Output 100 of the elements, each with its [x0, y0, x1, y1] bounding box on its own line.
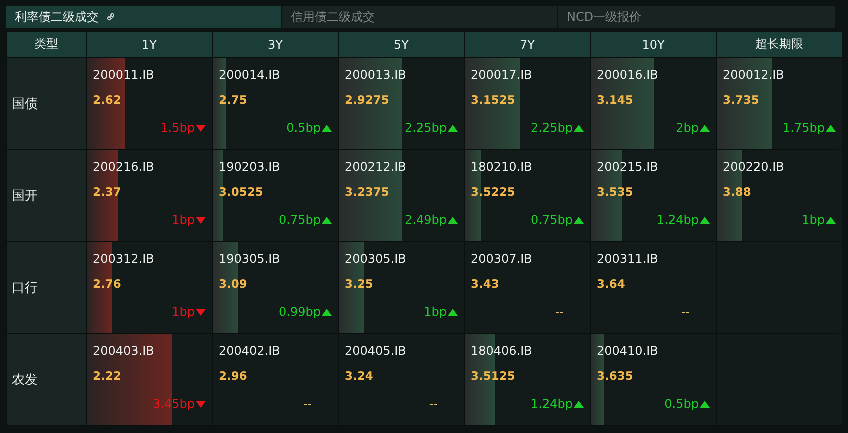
tab[interactable]: NCD一级报价	[558, 6, 836, 28]
quote-cell[interactable]: 200402.IB 2.96 --	[213, 334, 338, 425]
yield-value: 3.24	[345, 369, 374, 385]
quote-cell[interactable]: 200405.IB 3.24 --	[339, 334, 464, 425]
up-triangle-icon	[322, 124, 332, 132]
quote-cell[interactable]: 200013.IB 2.9275 2.25bp	[339, 58, 464, 149]
up-triangle-icon	[700, 400, 710, 408]
quote-cell[interactable]: 200216.IB 2.37 1bp	[87, 150, 212, 241]
bond-code: 200405.IB	[345, 344, 408, 360]
quote-cell[interactable]: 190203.IB 3.0525 0.75bp	[213, 150, 338, 241]
column-header: 类型	[7, 32, 86, 57]
quote-cell[interactable]: 200212.IB 3.2375 2.49bp	[339, 150, 464, 241]
yield-value: 2.22	[93, 369, 122, 385]
yield-value: 2.37	[93, 185, 122, 201]
bond-code: 200410.IB	[597, 344, 660, 360]
change-value: 0.5bp	[286, 121, 321, 135]
yield-value: 2.76	[93, 277, 122, 293]
quote-cell[interactable]: 200307.IB 3.43 --	[465, 242, 590, 333]
yield-value: 3.5125	[471, 369, 516, 385]
quote-cell[interactable]: 200403.IB 2.22 3.45bp	[87, 334, 212, 425]
quote-cell[interactable]: 200011.IB 2.62 1.5bp	[87, 58, 212, 149]
row-header: 农发	[7, 334, 86, 425]
yield-value: 3.635	[597, 369, 634, 385]
yield-value: 2.96	[219, 369, 248, 385]
yield-value: 3.09	[219, 277, 248, 293]
bond-code: 200220.IB	[723, 160, 786, 176]
change-value: 1bp	[802, 213, 825, 227]
bond-code: 180210.IB	[471, 160, 534, 176]
yield-value: 2.75	[219, 93, 248, 109]
change-value: 1.75bp	[783, 121, 825, 135]
change-value: 2.49bp	[405, 213, 447, 227]
quote-cell[interactable]: 200311.IB 3.64 --	[591, 242, 716, 333]
bond-code: 200013.IB	[345, 68, 408, 84]
change-value: 2bp	[676, 121, 699, 135]
quote-cell[interactable]: 200312.IB 2.76 1bp	[87, 242, 212, 333]
yield-value: 3.5225	[471, 185, 516, 201]
change-value: --	[555, 305, 565, 319]
up-triangle-icon	[700, 124, 710, 132]
quote-cell[interactable]: 200410.IB 3.635 0.5bp	[591, 334, 716, 425]
up-triangle-icon	[322, 308, 332, 316]
quote-cell[interactable]: 190305.IB 3.09 0.99bp	[213, 242, 338, 333]
column-header: 3Y	[213, 32, 338, 57]
yield-value: 3.145	[597, 93, 634, 109]
change-value: --	[681, 305, 691, 319]
change-value: 1.24bp	[657, 213, 699, 227]
bond-code: 200215.IB	[597, 160, 660, 176]
up-triangle-icon	[826, 216, 836, 224]
bond-code: 200016.IB	[597, 68, 660, 84]
quote-cell[interactable]: 200305.IB 3.25 1bp	[339, 242, 464, 333]
up-triangle-icon	[448, 124, 458, 132]
change-value: 1bp	[424, 305, 447, 319]
bond-code: 180406.IB	[471, 344, 534, 360]
bond-code: 200312.IB	[93, 252, 156, 268]
down-triangle-icon	[196, 400, 206, 408]
change-value: --	[303, 397, 313, 411]
bond-code: 200305.IB	[345, 252, 408, 268]
bond-code: 200403.IB	[93, 344, 156, 360]
down-triangle-icon	[196, 124, 206, 132]
yield-value: 3.64	[597, 277, 626, 293]
quote-cell[interactable]: 180210.IB 3.5225 0.75bp	[465, 150, 590, 241]
change-value: 0.75bp	[279, 213, 321, 227]
quote-cell[interactable]: 200014.IB 2.75 0.5bp	[213, 58, 338, 149]
yield-value: 2.9275	[345, 93, 390, 109]
quote-cell[interactable]: 200012.IB 3.735 1.75bp	[717, 58, 842, 149]
bond-code: 200011.IB	[93, 68, 156, 84]
bond-code: 200216.IB	[93, 160, 156, 176]
bond-code: 200307.IB	[471, 252, 534, 268]
quote-cell[interactable]: 200016.IB 3.145 2bp	[591, 58, 716, 149]
change-value: 0.5bp	[664, 397, 699, 411]
change-value: 1bp	[172, 305, 195, 319]
bond-code: 190305.IB	[219, 252, 282, 268]
yield-value: 3.43	[471, 277, 500, 293]
quote-cell[interactable]: 180406.IB 3.5125 1.24bp	[465, 334, 590, 425]
bond-code: 200212.IB	[345, 160, 408, 176]
column-header: 5Y	[339, 32, 464, 57]
up-triangle-icon	[574, 216, 584, 224]
change-value: --	[429, 397, 439, 411]
tab[interactable]: 信用债二级成交	[282, 6, 558, 28]
change-value: 1.24bp	[531, 397, 573, 411]
quote-cell[interactable]: 200017.IB 3.1525 2.25bp	[465, 58, 590, 149]
column-header: 1Y	[87, 32, 212, 57]
change-value: 2.25bp	[405, 121, 447, 135]
yield-value: 3.25	[345, 277, 374, 293]
link-icon[interactable]	[105, 11, 117, 23]
up-triangle-icon	[322, 216, 332, 224]
row-header: 国债	[7, 58, 86, 149]
down-triangle-icon	[196, 308, 206, 316]
row-header: 国开	[7, 150, 86, 241]
column-header: 7Y	[465, 32, 590, 57]
quote-cell[interactable]: 200220.IB 3.88 1bp	[717, 150, 842, 241]
bond-code: 200402.IB	[219, 344, 282, 360]
up-triangle-icon	[826, 124, 836, 132]
bond-code: 200017.IB	[471, 68, 534, 84]
change-value: 3.45bp	[153, 397, 195, 411]
yield-value: 2.62	[93, 93, 122, 109]
change-value: 1.5bp	[160, 121, 195, 135]
tab[interactable]: 利率债二级成交	[6, 6, 282, 28]
quote-cell[interactable]: 200215.IB 3.535 1.24bp	[591, 150, 716, 241]
up-triangle-icon	[574, 124, 584, 132]
yield-value: 3.735	[723, 93, 760, 109]
